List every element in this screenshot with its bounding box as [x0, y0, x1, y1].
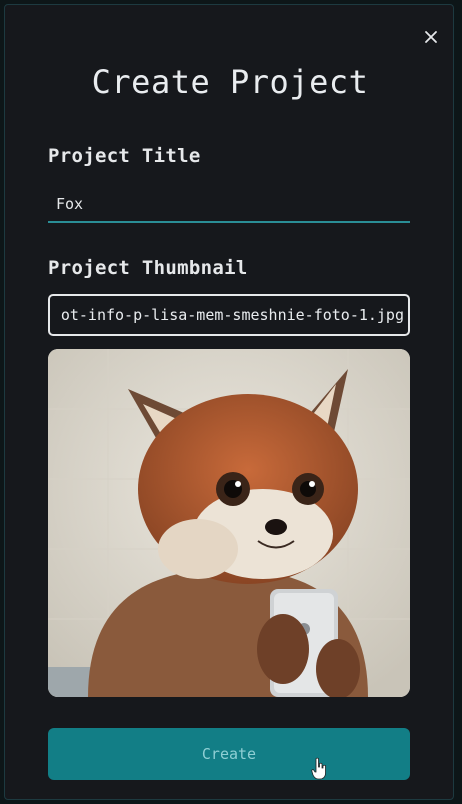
mouse-cursor-icon [311, 757, 326, 780]
fox-image [48, 349, 410, 697]
project-thumbnail-label: Project Thumbnail [48, 257, 248, 279]
create-button[interactable]: Create [48, 728, 410, 780]
thumbnail-file-name: ot-info-p-lisa-mem-smeshnie-foto-1.jpg [60, 306, 404, 324]
close-button[interactable] [417, 23, 445, 51]
dialog-title: Create Project [91, 63, 369, 101]
close-icon [425, 31, 437, 43]
thumbnail-file-input[interactable]: ot-info-p-lisa-mem-smeshnie-foto-1.jpg [48, 294, 410, 336]
thumbnail-preview-image [48, 349, 410, 697]
project-title-value: Fox [56, 195, 84, 213]
create-project-dialog: Create Project Project Title Fox Project… [4, 4, 454, 800]
project-title-label: Project Title [48, 145, 201, 167]
create-button-label: Create [201, 745, 257, 763]
project-title-input[interactable]: Fox [48, 189, 410, 223]
